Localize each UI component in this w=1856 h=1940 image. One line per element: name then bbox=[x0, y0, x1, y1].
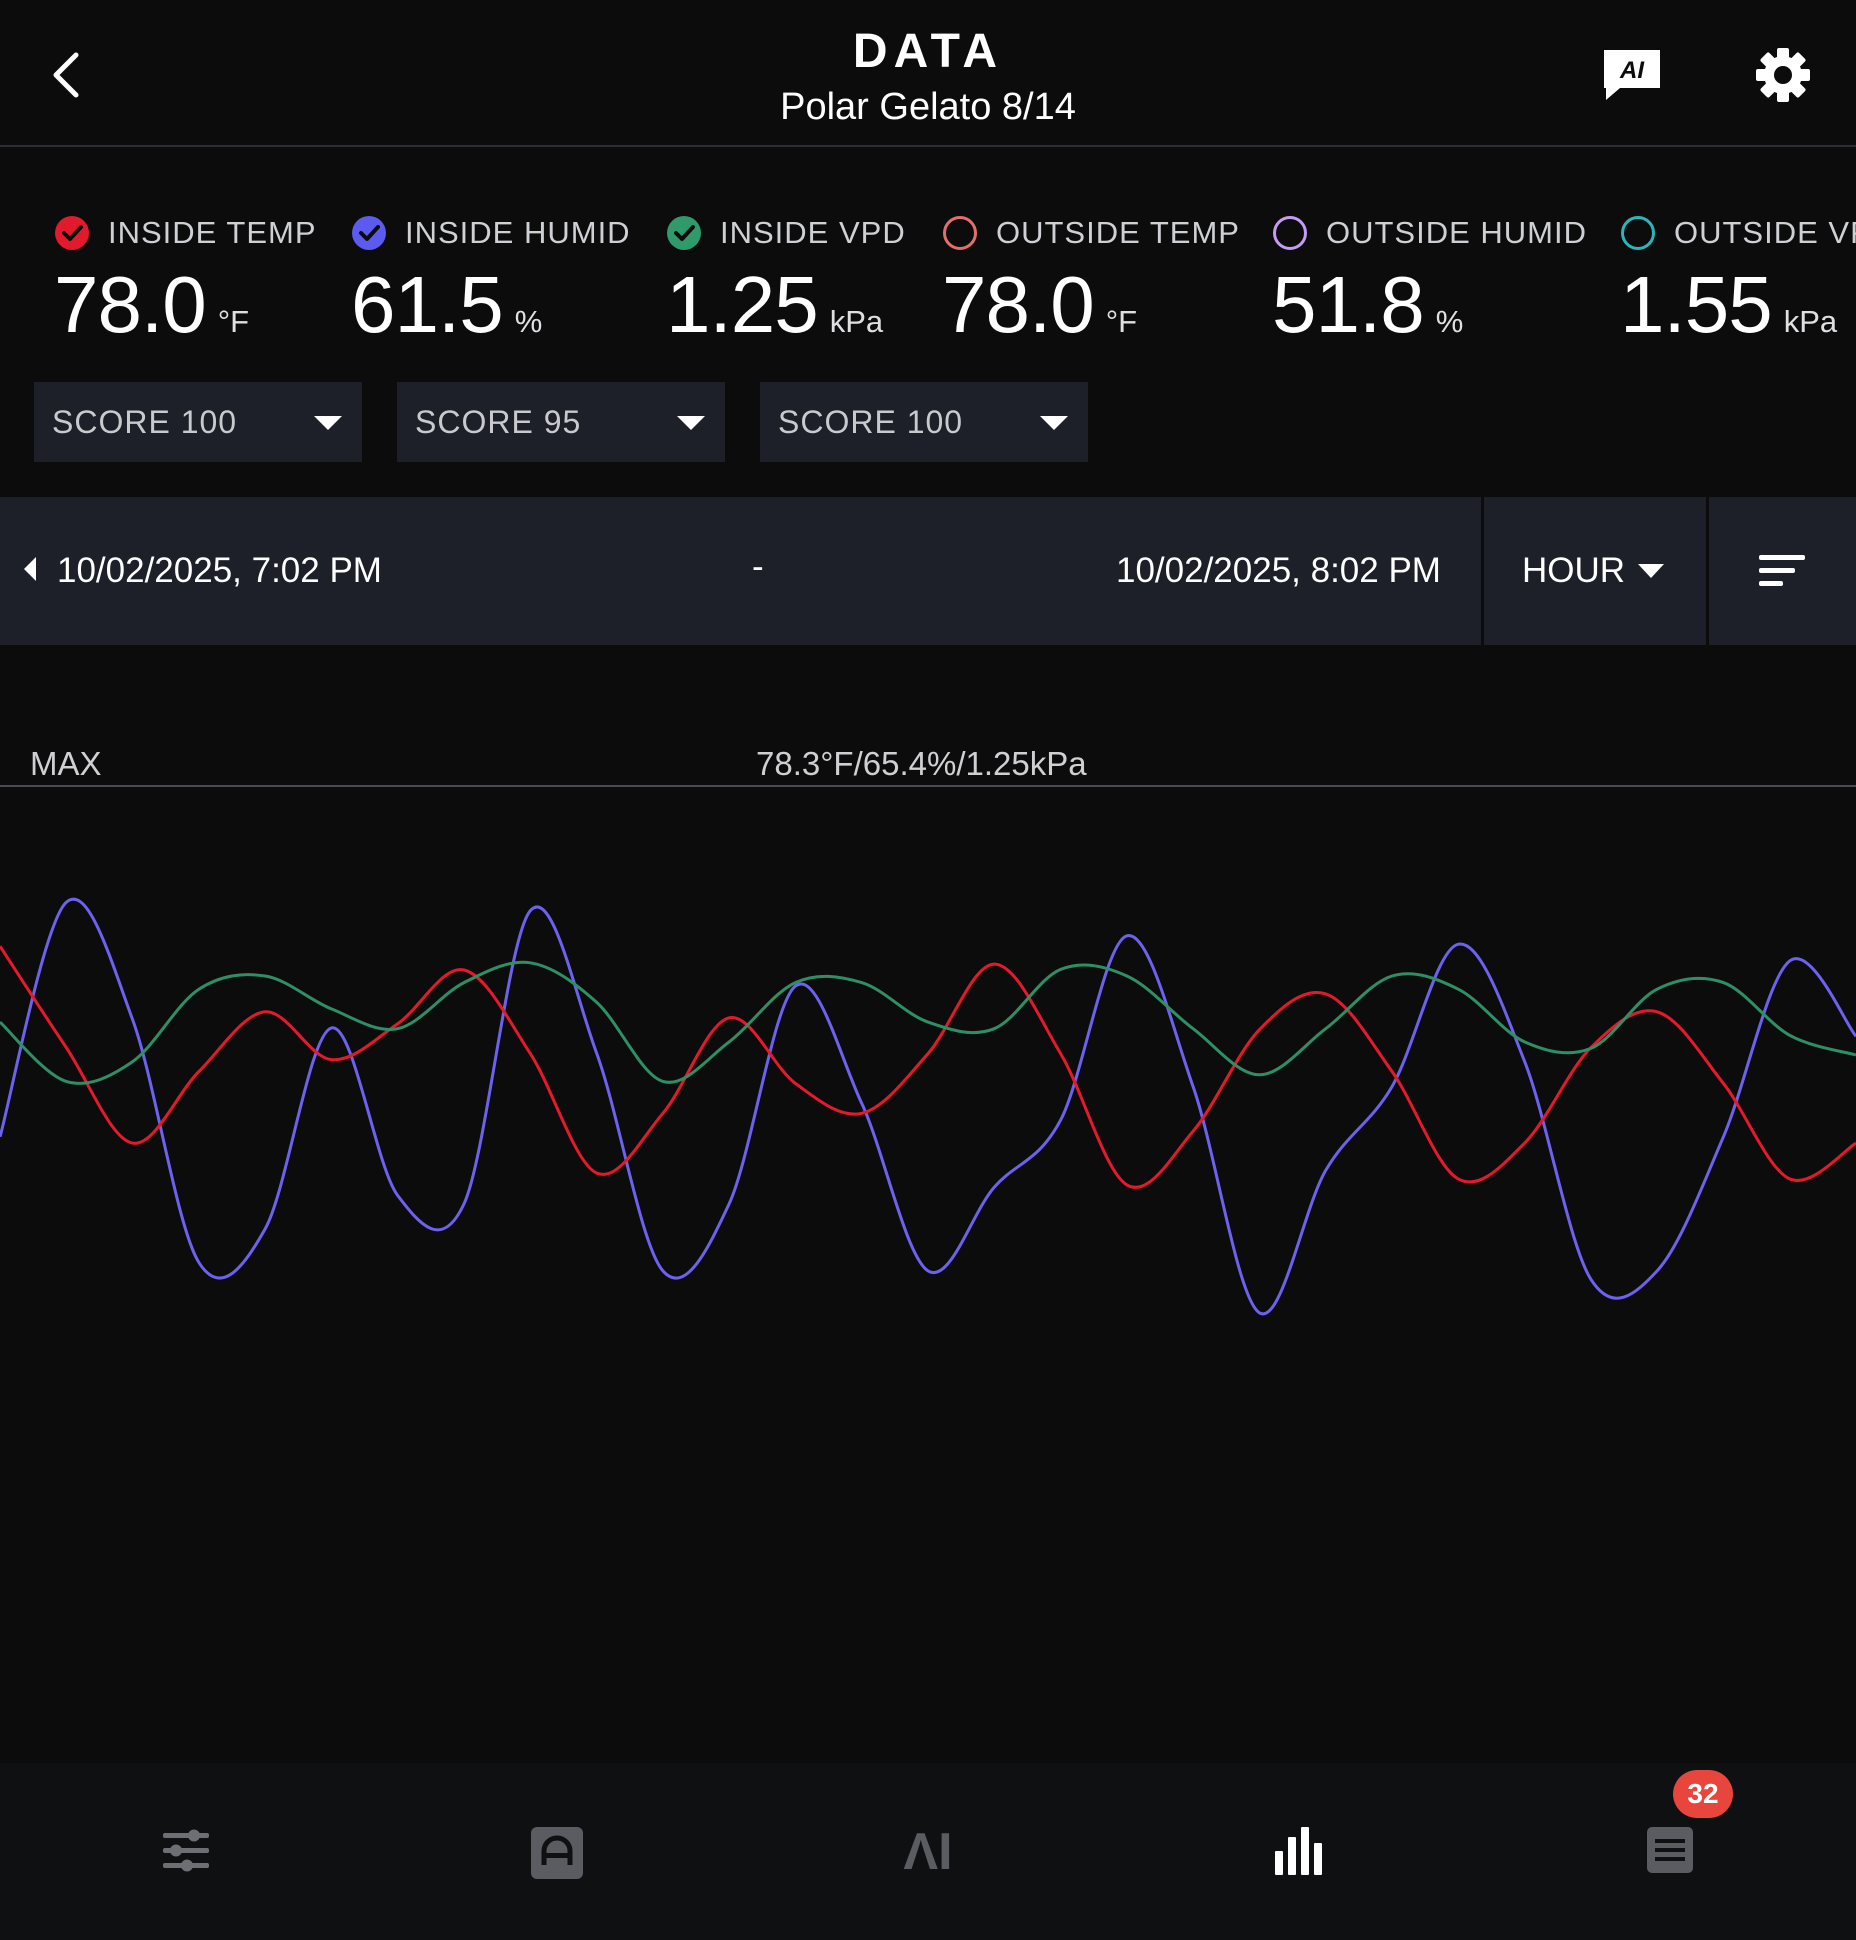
metric-value: 1.55 bbox=[1620, 260, 1773, 349]
checkbox-checked-icon[interactable] bbox=[54, 215, 90, 251]
nav-ai[interactable]: ΛI bbox=[742, 1763, 1113, 1940]
metric-inside-humid[interactable]: INSIDE HUMID 61.5 % bbox=[351, 213, 631, 349]
score-dropdown-inside-temp[interactable]: SCORE 100 bbox=[34, 382, 362, 462]
caret-down-icon bbox=[1040, 416, 1068, 430]
ai-chat-button[interactable]: AI bbox=[1600, 44, 1664, 104]
series-line-inside-temp bbox=[0, 945, 1856, 1189]
metric-inside-vpd[interactable]: INSIDE VPD 1.25 kPa bbox=[666, 213, 906, 349]
metric-unit: kPa bbox=[829, 304, 884, 339]
metric-value: 78.0 bbox=[942, 260, 1095, 349]
score-dropdown-inside-vpd[interactable]: SCORE 100 bbox=[760, 382, 1088, 462]
header: DATA Polar Gelato 8/14 AI bbox=[0, 0, 1856, 147]
metric-unit: °F bbox=[217, 304, 250, 339]
metric-value: 1.25 bbox=[666, 260, 819, 349]
line-chart[interactable] bbox=[0, 645, 1856, 1763]
metric-unit: % bbox=[1435, 304, 1464, 339]
a-square-icon bbox=[530, 1827, 583, 1879]
nav-automation[interactable] bbox=[371, 1763, 742, 1940]
ai-chat-icon: AI bbox=[1604, 50, 1660, 100]
sort-lines-icon bbox=[1759, 555, 1805, 586]
period-dropdown[interactable]: HOUR bbox=[1484, 497, 1706, 645]
score-label: SCORE 100 bbox=[778, 404, 964, 440]
metric-value: 51.8 bbox=[1272, 260, 1425, 349]
checkbox-unchecked-icon[interactable] bbox=[942, 215, 978, 251]
metric-label: OUTSIDE VPD bbox=[1674, 215, 1856, 250]
list-icon bbox=[1646, 1827, 1693, 1873]
bar-chart-icon bbox=[1274, 1827, 1322, 1875]
chart-max-line bbox=[0, 785, 1856, 787]
chart-max-label: MAX bbox=[30, 745, 102, 782]
caret-down-icon bbox=[1638, 564, 1664, 578]
score-dropdown-inside-humid[interactable]: SCORE 95 bbox=[397, 382, 725, 462]
bottom-nav: ΛI bbox=[0, 1763, 1856, 1940]
ai-icon: ΛI bbox=[903, 1825, 952, 1875]
checkbox-checked-icon[interactable] bbox=[351, 215, 387, 251]
caret-left-icon[interactable] bbox=[20, 553, 42, 585]
caret-down-icon bbox=[314, 416, 342, 430]
chevron-left-icon bbox=[53, 52, 79, 98]
range-end[interactable]: 10/02/2025, 8:02 PM bbox=[1116, 497, 1441, 645]
metric-value: 61.5 bbox=[351, 260, 504, 349]
score-label: SCORE 95 bbox=[415, 404, 582, 440]
metric-value: 78.0 bbox=[54, 260, 207, 349]
svg-text:AI: AI bbox=[1619, 57, 1645, 84]
metric-label: INSIDE VPD bbox=[720, 215, 906, 250]
metric-label: OUTSIDE TEMP bbox=[996, 215, 1240, 250]
sort-filter-button[interactable] bbox=[1709, 497, 1856, 645]
period-label: HOUR bbox=[1522, 551, 1626, 590]
metric-label: OUTSIDE HUMID bbox=[1326, 215, 1587, 250]
sliders-icon bbox=[162, 1829, 209, 1872]
checkbox-checked-icon[interactable] bbox=[666, 215, 702, 251]
metric-unit: % bbox=[514, 304, 543, 339]
chart-max-value: 78.3°F/65.4%/1.25kPa bbox=[756, 745, 1087, 782]
date-range-bar: 10/02/2025, 7:02 PM - 10/02/2025, 8:02 P… bbox=[0, 497, 1856, 645]
chart-area: MAX 78.3°F/65.4%/1.25kPa bbox=[0, 645, 1856, 1763]
metric-unit: kPa bbox=[1783, 304, 1838, 339]
title-block: DATA Polar Gelato 8/14 bbox=[0, 22, 1856, 132]
score-label: SCORE 100 bbox=[52, 404, 238, 440]
metric-outside-vpd[interactable]: OUTSIDE VPD 1.55 kPa bbox=[1620, 213, 1856, 349]
range-separator: - bbox=[752, 547, 764, 586]
metric-inside-temp[interactable]: INSIDE TEMP 78.0 °F bbox=[54, 213, 317, 349]
page-title: DATA bbox=[852, 25, 1004, 78]
metric-outside-humid[interactable]: OUTSIDE HUMID 51.8 % bbox=[1272, 213, 1587, 349]
metric-unit: °F bbox=[1105, 304, 1138, 339]
settings-button[interactable] bbox=[1752, 44, 1814, 106]
series-line-inside-humid bbox=[0, 897, 1856, 1316]
metrics-strip: INSIDE TEMP 78.0 °F INSIDE HUMID 61.5 % … bbox=[0, 147, 1856, 352]
svg-text:ΛI: ΛI bbox=[903, 1825, 952, 1875]
range-start[interactable]: 10/02/2025, 7:02 PM bbox=[57, 497, 382, 645]
gear-icon bbox=[1756, 48, 1810, 102]
back-button[interactable] bbox=[40, 40, 94, 110]
caret-down-icon bbox=[677, 416, 705, 430]
nav-controls[interactable] bbox=[0, 1763, 371, 1940]
metric-label: INSIDE HUMID bbox=[405, 215, 631, 250]
checkbox-unchecked-icon[interactable] bbox=[1620, 215, 1656, 251]
nav-data[interactable] bbox=[1113, 1763, 1484, 1940]
notification-badge: 32 bbox=[1673, 1770, 1733, 1818]
device-name: Polar Gelato 8/14 bbox=[780, 86, 1076, 128]
checkbox-unchecked-icon[interactable] bbox=[1272, 215, 1308, 251]
metric-label: INSIDE TEMP bbox=[108, 215, 317, 250]
metric-outside-temp[interactable]: OUTSIDE TEMP 78.0 °F bbox=[942, 213, 1240, 349]
nav-log[interactable] bbox=[1484, 1763, 1855, 1940]
